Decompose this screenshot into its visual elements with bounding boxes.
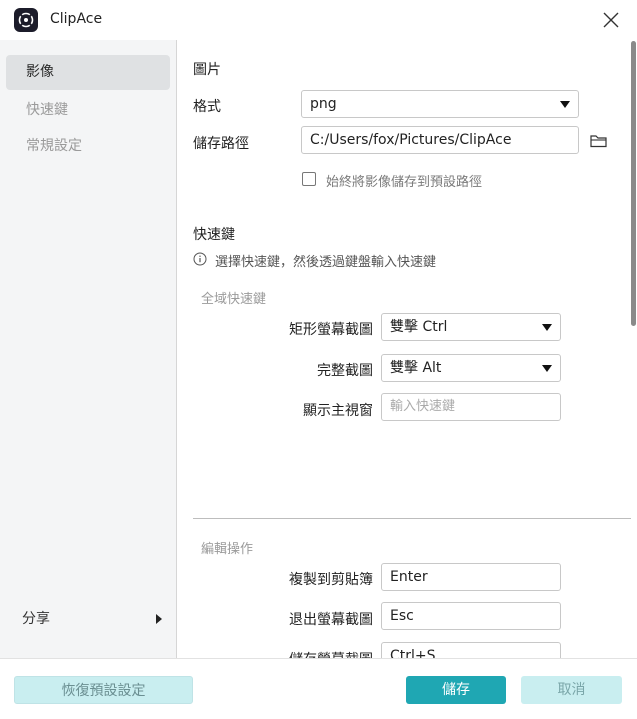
show-main-window-label: 顯示主視窗	[303, 403, 373, 419]
settings-content: 圖片 格式 png 儲存路徑 C:/Users/fox/Pictures/Cli…	[177, 40, 637, 658]
full-screenshot-value: 雙擊 Alt	[390, 360, 442, 376]
always-default-checkbox[interactable]	[302, 172, 316, 186]
always-default-label: 始終將影像儲存到預設路徑	[326, 175, 483, 190]
path-label: 儲存路徑	[193, 136, 249, 152]
exit-screenshot-label: 退出螢幕截圖	[289, 612, 373, 628]
save-screenshot-input[interactable]: Ctrl+S	[381, 642, 561, 658]
copy-clipboard-input[interactable]: Enter	[381, 563, 561, 591]
save-path-input[interactable]: C:/Users/fox/Pictures/ClipAce	[301, 126, 579, 154]
save-screenshot-label: 儲存螢幕截圖	[263, 649, 373, 658]
section-title-hotkeys: 快速鍵	[193, 227, 235, 243]
full-screenshot-label: 完整截圖	[317, 363, 373, 379]
format-select[interactable]: png	[301, 90, 579, 118]
sidebar-item-hotkeys[interactable]: 快速鍵	[6, 93, 170, 128]
dropdown-caret-icon	[560, 101, 570, 108]
format-value: png	[310, 96, 337, 112]
title-bar: ClipAce	[0, 0, 637, 40]
info-icon	[193, 252, 207, 266]
footer-bar: 恢復預設設定 儲存 取消	[0, 658, 637, 719]
edit-actions-title: 編輯操作	[201, 542, 254, 557]
share-label: 分享	[22, 611, 50, 627]
rect-screenshot-label: 矩形螢幕截圖	[289, 322, 373, 338]
cancel-button[interactable]: 取消	[521, 676, 622, 704]
folder-icon[interactable]	[590, 134, 608, 148]
reset-defaults-button[interactable]: 恢復預設設定	[14, 676, 193, 704]
copy-clipboard-label: 複製到剪貼簿	[289, 572, 373, 588]
app-logo-icon	[14, 8, 38, 32]
chevron-right-icon	[156, 614, 162, 624]
share-menu[interactable]: 分享	[6, 604, 170, 634]
full-screenshot-select[interactable]: 雙擊 Alt	[381, 354, 561, 382]
sidebar: 影像 快速鍵 常規設定 分享	[0, 40, 177, 658]
divider	[193, 518, 631, 519]
close-icon[interactable]	[600, 9, 622, 31]
sidebar-item-image[interactable]: 影像	[6, 55, 170, 90]
global-hotkeys-title: 全域快速鍵	[201, 292, 267, 307]
dropdown-caret-icon	[542, 324, 552, 331]
rect-screenshot-value: 雙擊 Ctrl	[390, 319, 448, 335]
app-title: ClipAce	[50, 11, 103, 27]
section-title-image: 圖片	[193, 62, 221, 78]
rect-screenshot-select[interactable]: 雙擊 Ctrl	[381, 313, 561, 341]
exit-screenshot-input[interactable]: Esc	[381, 602, 561, 630]
save-button[interactable]: 儲存	[406, 676, 506, 704]
dropdown-caret-icon	[542, 365, 552, 372]
scrollbar-thumb[interactable]	[631, 41, 636, 326]
sidebar-item-general[interactable]: 常規設定	[6, 129, 170, 164]
show-main-window-input[interactable]: 輸入快速鍵	[381, 393, 561, 421]
hotkey-info-text: 選擇快速鍵，然後透過鍵盤輸入快速鍵	[215, 255, 437, 270]
format-label: 格式	[193, 99, 221, 115]
